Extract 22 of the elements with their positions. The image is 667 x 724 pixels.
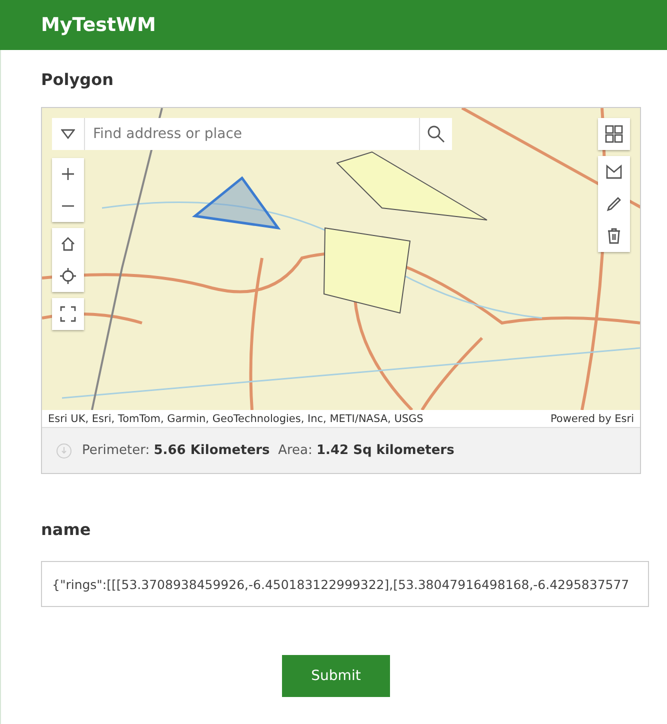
grid-icon[interactable] [598, 118, 630, 150]
map-attribution: Esri UK, Esri, TomTom, Garmin, GeoTechnologies, Inc, METI/NASA, USGS [48, 412, 424, 424]
polygon-shape[interactable] [324, 227, 411, 314]
powered-by-text: Powered by Esri [550, 412, 634, 424]
home-icon[interactable] [52, 228, 84, 260]
trash-icon[interactable] [598, 220, 630, 252]
polygon-shape[interactable] [336, 151, 488, 220]
fullscreen-icon[interactable] [52, 298, 84, 330]
locate-icon[interactable] [52, 260, 84, 292]
dropdown-caret-icon[interactable] [52, 118, 84, 150]
polygon-tool-icon[interactable] [598, 156, 630, 188]
section-title: Polygon [41, 70, 114, 89]
submit-button[interactable]: Submit [282, 655, 390, 697]
app-title: MyTestWM [0, 0, 667, 50]
input-field[interactable]: {"rings":[[[53.3708938459926,-6.450183122999322],[53.38047916498168,-6.4295837577 [41, 561, 649, 607]
measurement-text: Perimeter: 5.66 Kilometers Area: 1.42 Sq kilometers [82, 443, 454, 458]
search-field[interactable]: Find address or place [84, 118, 420, 150]
zoom-in-icon[interactable] [52, 158, 84, 190]
field-label: name [41, 520, 92, 539]
search-icon[interactable] [420, 118, 452, 150]
selected-polygon[interactable] [192, 176, 281, 230]
map[interactable]: Find address or place [42, 108, 640, 410]
